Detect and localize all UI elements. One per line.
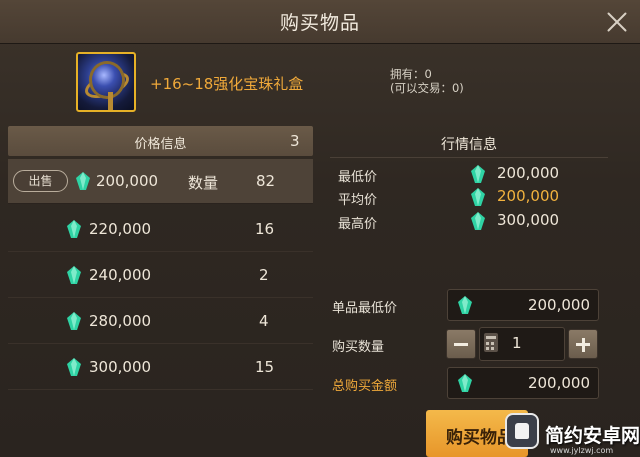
row-price: 280,000 bbox=[89, 312, 152, 330]
market-value: 200,000 bbox=[497, 187, 560, 205]
qty-label: 数量 bbox=[188, 174, 219, 192]
price-row[interactable]: 出售 200,000 数量 82 bbox=[8, 159, 313, 204]
quantity-value: 1 bbox=[512, 334, 522, 352]
market-title: 行情信息 bbox=[441, 137, 497, 153]
price-row[interactable]: 220,000 16 bbox=[8, 207, 313, 252]
close-icon[interactable] bbox=[604, 9, 630, 35]
total-field: 200,000 bbox=[447, 367, 599, 399]
buy-button-label: 购买物品 bbox=[446, 428, 514, 448]
row-qty: 2 bbox=[259, 266, 269, 284]
tradable-count: (可以交易：0) bbox=[390, 81, 464, 95]
calculator-icon[interactable] bbox=[484, 333, 498, 352]
owned-count: 拥有：0 bbox=[390, 67, 432, 81]
market-label: 最低价 bbox=[338, 170, 378, 185]
price-header-count: 3 bbox=[290, 132, 300, 150]
price-row[interactable]: 280,000 4 bbox=[8, 299, 313, 344]
row-price: 220,000 bbox=[89, 220, 152, 238]
quantity-input[interactable]: 1 bbox=[479, 327, 565, 361]
gem-icon bbox=[458, 296, 472, 314]
minus-icon bbox=[454, 343, 468, 346]
increment-button[interactable] bbox=[568, 329, 598, 359]
market-value: 200,000 bbox=[497, 164, 560, 182]
price-row[interactable]: 240,000 2 bbox=[8, 253, 313, 298]
row-price: 300,000 bbox=[89, 358, 152, 376]
row-qty: 82 bbox=[256, 172, 276, 190]
decrement-button[interactable] bbox=[446, 329, 476, 359]
gem-icon bbox=[67, 266, 81, 284]
market-row-max: 最高价 300,000 bbox=[330, 210, 608, 232]
row-price: 240,000 bbox=[89, 266, 152, 284]
watermark-logo-icon bbox=[505, 413, 539, 449]
watermark-text: 简约安卓网 bbox=[545, 425, 640, 447]
sell-badge: 出售 bbox=[13, 170, 68, 192]
price-row[interactable]: 300,000 15 bbox=[8, 345, 313, 390]
market-label: 最高价 bbox=[338, 217, 378, 232]
gem-icon bbox=[67, 358, 81, 376]
price-header-label: 价格信息 bbox=[134, 137, 187, 152]
price-header: 价格信息 3 bbox=[8, 126, 313, 156]
purchase-dialog: 购买物品 +16~18强化宝珠礼盒 拥有：0 (可以交易：0) 价格信息 3 出… bbox=[0, 0, 640, 457]
gem-icon bbox=[471, 165, 485, 183]
gem-icon bbox=[67, 312, 81, 330]
unit-min-field: 200,000 bbox=[447, 289, 599, 321]
gem-icon bbox=[471, 188, 485, 206]
row-qty: 16 bbox=[255, 220, 275, 238]
market-row-avg: 平均价 200,000 bbox=[330, 186, 608, 208]
row-price: 200,000 bbox=[96, 172, 159, 190]
gem-icon bbox=[471, 212, 485, 230]
gem-icon bbox=[76, 172, 90, 190]
gem-icon bbox=[67, 220, 81, 238]
price-panel: 价格信息 3 出售 200,000 数量 82 220,000 16 240,0… bbox=[8, 126, 313, 391]
total-value: 200,000 bbox=[527, 374, 590, 392]
unit-min-value: 200,000 bbox=[527, 296, 590, 314]
treasure-orb-icon bbox=[76, 52, 136, 112]
unit-min-label: 单品最低价 bbox=[332, 301, 398, 316]
market-value: 300,000 bbox=[497, 211, 560, 229]
market-label: 平均价 bbox=[338, 193, 378, 208]
item-name: +16~18强化宝珠礼盒 bbox=[150, 75, 304, 93]
gem-icon bbox=[458, 374, 472, 392]
market-row-min: 最低价 200,000 bbox=[330, 163, 608, 185]
watermark-url: www.jylzwj.com bbox=[550, 446, 614, 455]
row-qty: 15 bbox=[255, 358, 275, 376]
row-qty: 4 bbox=[259, 312, 269, 330]
dialog-title: 购买物品 bbox=[279, 12, 360, 34]
total-label: 总购买金额 bbox=[332, 379, 398, 394]
dialog-header: 购买物品 bbox=[0, 0, 640, 44]
divider bbox=[330, 157, 608, 158]
qty-field-label: 购买数量 bbox=[332, 340, 385, 355]
market-panel: 行情信息 最低价 200,000 平均价 200,000 最高价 300,000 bbox=[330, 126, 608, 240]
owned-info: 拥有：0 (可以交易：0) bbox=[390, 67, 464, 95]
